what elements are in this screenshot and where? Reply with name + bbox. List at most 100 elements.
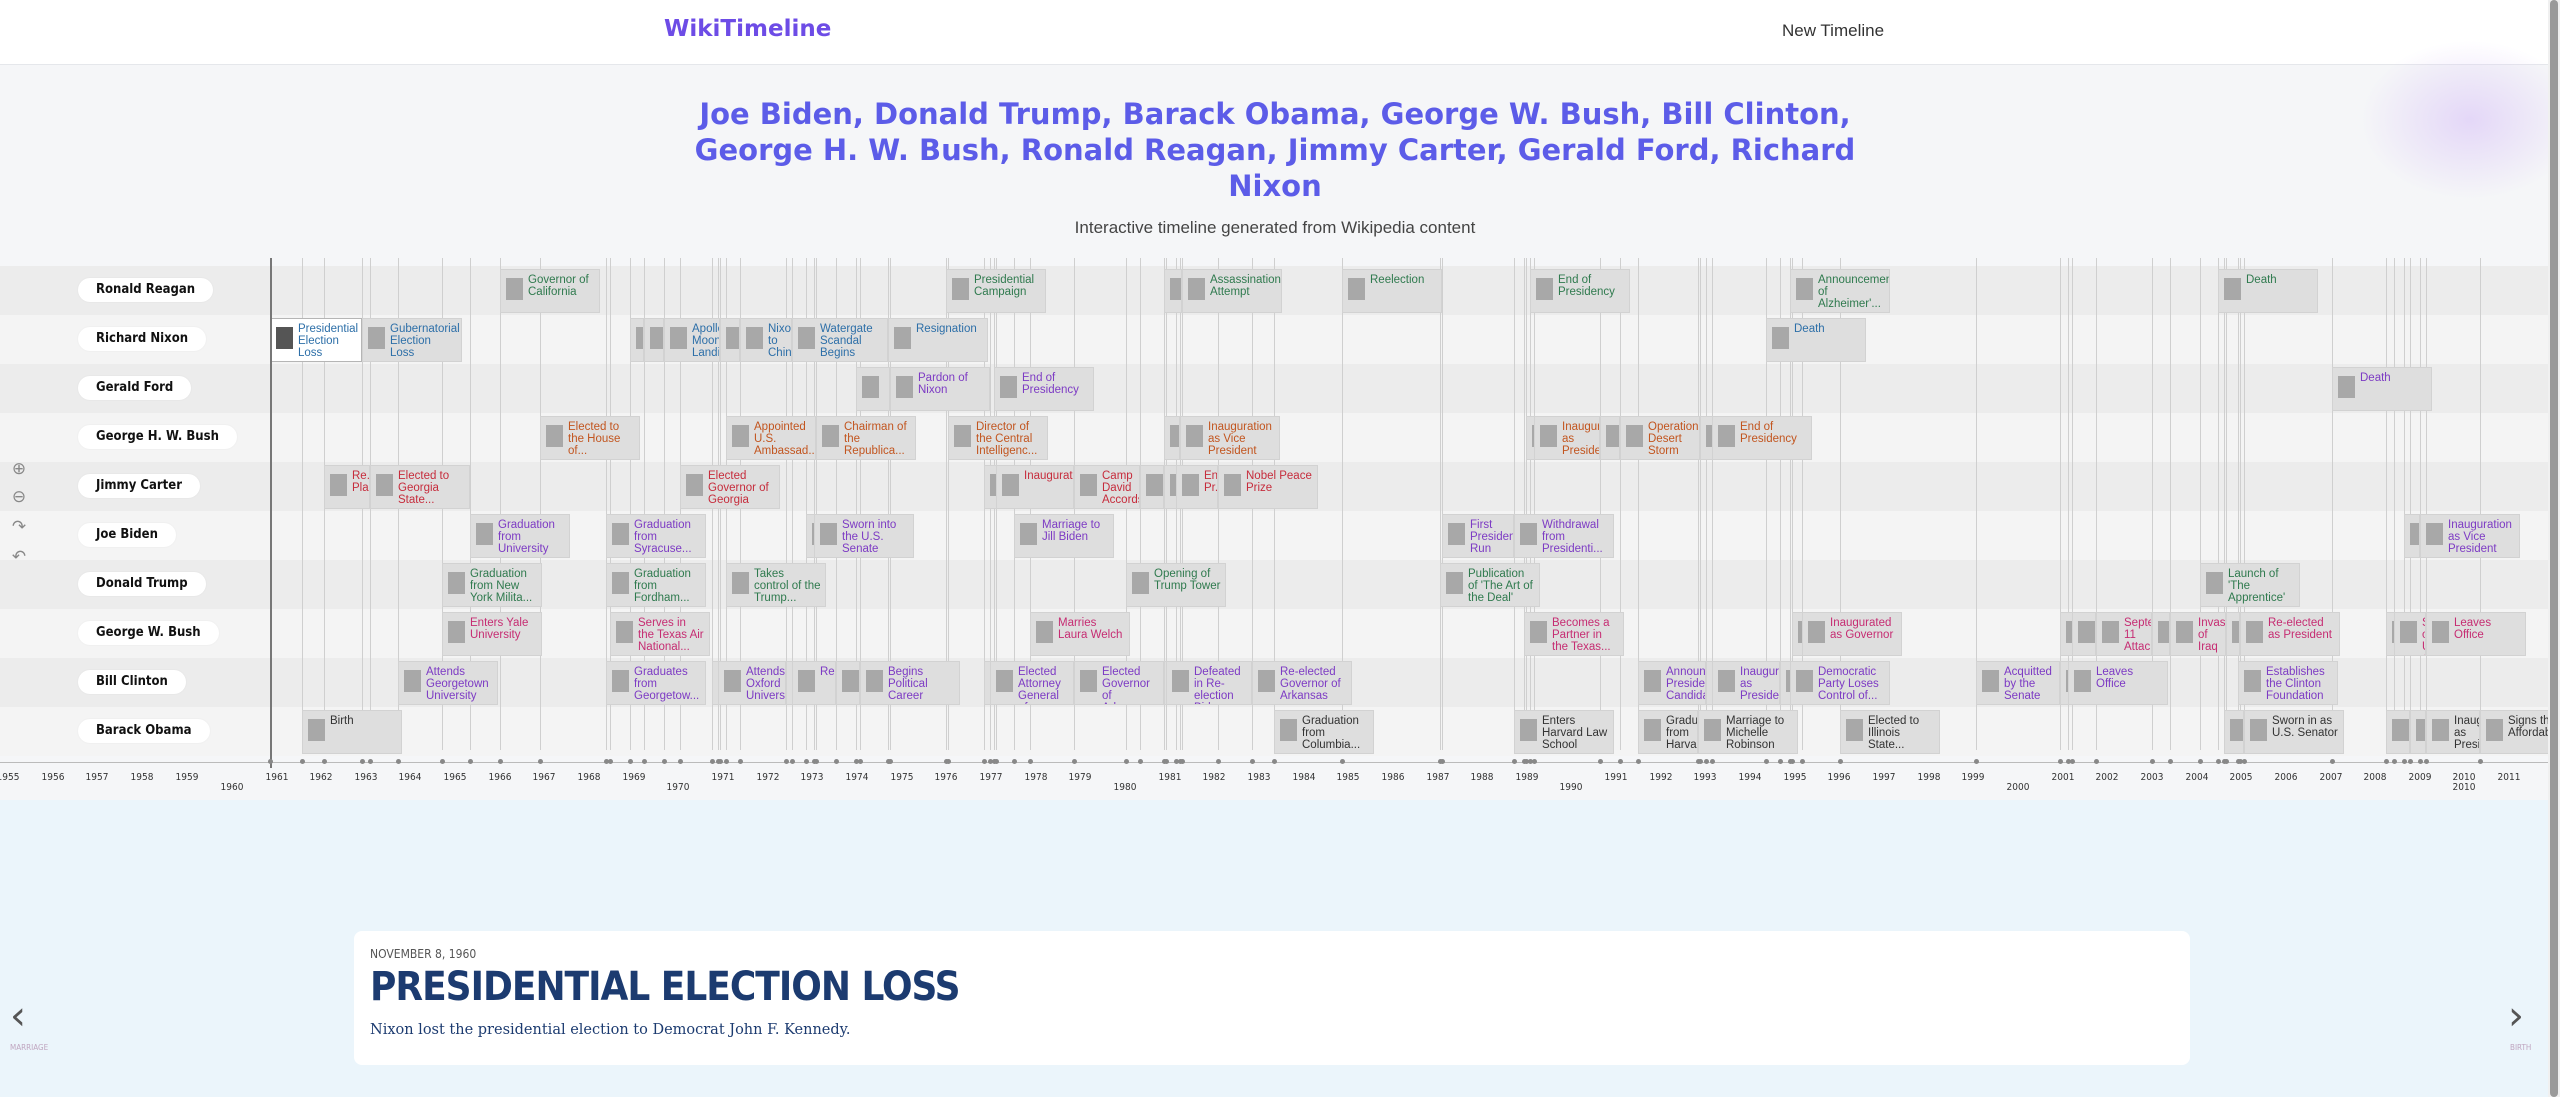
axis-event-dot[interactable] bbox=[790, 759, 795, 764]
event-marker[interactable] bbox=[2386, 710, 2410, 754]
axis-event-dot[interactable] bbox=[1512, 759, 1517, 764]
event-marker[interactable]: Elected to Illinois State... bbox=[1840, 710, 1940, 754]
chevron-left-icon[interactable]: ‹ bbox=[10, 996, 26, 1036]
event-marker[interactable]: Attends Oxford University bbox=[718, 661, 786, 705]
event-marker[interactable]: Gubernatorial Election Loss bbox=[362, 318, 462, 362]
axis-event-dot[interactable] bbox=[784, 759, 789, 764]
axis-event-dot[interactable] bbox=[1272, 759, 1277, 764]
event-marker[interactable]: Nobel Peace Prize bbox=[1218, 465, 1318, 509]
axis-event-dot[interactable] bbox=[1164, 759, 1169, 764]
axis-event-dot[interactable] bbox=[2150, 759, 2155, 764]
event-marker[interactable]: Launch of 'The Apprentice' bbox=[2200, 563, 2300, 607]
axis-event-dot[interactable] bbox=[812, 759, 817, 764]
axis-event-dot[interactable] bbox=[724, 759, 729, 764]
axis-event-dot[interactable] bbox=[1696, 759, 1701, 764]
axis-event-dot[interactable] bbox=[1340, 759, 1345, 764]
brand-logo[interactable]: WikiTimeline bbox=[664, 16, 831, 42]
event-marker[interactable]: End of Presidency bbox=[1530, 269, 1630, 313]
axis-event-dot[interactable] bbox=[1764, 759, 1769, 764]
axis-event-dot[interactable] bbox=[858, 759, 863, 764]
event-marker[interactable] bbox=[2226, 612, 2240, 656]
event-marker[interactable] bbox=[630, 318, 644, 362]
axis-event-dot[interactable] bbox=[642, 759, 647, 764]
event-marker[interactable]: Appointed U.S. Ambassad... bbox=[726, 416, 816, 460]
axis-event-dot[interactable] bbox=[628, 759, 633, 764]
event-marker[interactable] bbox=[1600, 416, 1620, 460]
axis-event-dot[interactable] bbox=[1790, 759, 1795, 764]
event-marker[interactable]: Re-elected as President bbox=[2240, 612, 2340, 656]
event-marker[interactable]: Inaugurated as President bbox=[1712, 661, 1780, 705]
axis-event-dot[interactable] bbox=[738, 759, 743, 764]
axis-event-dot[interactable] bbox=[2236, 759, 2241, 764]
event-marker[interactable]: End of Presidency bbox=[1712, 416, 1812, 460]
axis-event-dot[interactable] bbox=[2384, 759, 2389, 764]
new-timeline-link[interactable]: New Timeline bbox=[1782, 21, 1884, 41]
event-marker[interactable]: Elected to the House of... bbox=[540, 416, 640, 460]
event-marker[interactable]: Marriage to Michelle Robinson bbox=[1698, 710, 1798, 754]
axis-event-dot[interactable] bbox=[1216, 759, 1221, 764]
axis-event-dot[interactable] bbox=[1778, 759, 1783, 764]
event-marker[interactable]: Graduation from New York Milita... bbox=[442, 563, 542, 607]
chevron-right-icon[interactable]: › bbox=[2508, 996, 2524, 1036]
event-marker[interactable]: Assassination Attempt bbox=[1182, 269, 1282, 313]
axis-event-dot[interactable] bbox=[716, 759, 721, 764]
event-marker[interactable] bbox=[2072, 612, 2096, 656]
event-marker[interactable] bbox=[2410, 710, 2426, 754]
event-marker[interactable] bbox=[1164, 416, 1180, 460]
axis-event-dot[interactable] bbox=[498, 759, 503, 764]
axis-event-dot[interactable] bbox=[1800, 759, 1805, 764]
event-marker[interactable]: Announces Presidential Candidacy bbox=[1638, 661, 1706, 705]
axis-event-dot[interactable] bbox=[946, 759, 951, 764]
undo-icon[interactable]: ↶ bbox=[8, 546, 30, 568]
axis-event-dot[interactable] bbox=[2198, 759, 2203, 764]
event-marker[interactable]: Sworn in as U.S. Senator bbox=[2244, 710, 2344, 754]
event-marker[interactable]: Inauguration as Vice President bbox=[1180, 416, 1280, 460]
event-marker[interactable]: Enters Yale University bbox=[442, 612, 542, 656]
axis-event-dot[interactable] bbox=[1532, 759, 1537, 764]
axis-event-dot[interactable] bbox=[2066, 759, 2071, 764]
axis-event-dot[interactable] bbox=[1598, 759, 1603, 764]
event-marker[interactable]: Establishes the Clinton Foundation bbox=[2238, 661, 2338, 705]
axis-event-dot[interactable] bbox=[2424, 759, 2429, 764]
event-marker[interactable]: Democratic Party Loses Control of... bbox=[1790, 661, 1890, 705]
event-marker[interactable]: Governor of California bbox=[500, 269, 600, 313]
axis-event-dot[interactable] bbox=[2216, 759, 2221, 764]
event-marker[interactable]: Takes control of the Trump... bbox=[726, 563, 826, 607]
axis-event-dot[interactable] bbox=[1838, 759, 1843, 764]
axis-event-dot[interactable] bbox=[1072, 759, 1077, 764]
event-marker[interactable] bbox=[856, 367, 890, 411]
event-marker[interactable] bbox=[2224, 710, 2244, 754]
event-marker[interactable]: Presidential Election Loss bbox=[270, 318, 362, 362]
axis-event-dot[interactable] bbox=[2418, 759, 2423, 764]
event-marker[interactable]: Camp David Accords bbox=[1074, 465, 1140, 509]
event-marker[interactable]: End Pr... bbox=[1176, 465, 1218, 509]
event-marker[interactable]: Inauguration as President bbox=[1534, 416, 1600, 460]
event-marker[interactable]: Withdrawal from Presidenti... bbox=[1514, 514, 1614, 558]
axis-event-dot[interactable] bbox=[1438, 759, 1443, 764]
event-marker[interactable]: Resignation bbox=[888, 318, 988, 362]
event-marker[interactable]: Opening of Trump Tower bbox=[1126, 563, 1226, 607]
event-marker[interactable]: Attends Georgetown University bbox=[398, 661, 498, 705]
next-event-label[interactable]: BIRTH bbox=[2510, 1043, 2531, 1052]
axis-event-dot[interactable] bbox=[710, 759, 715, 764]
event-marker[interactable] bbox=[1140, 465, 1164, 509]
axis-event-dot[interactable] bbox=[1618, 759, 1623, 764]
event-marker[interactable]: Marriage to Jill Biden bbox=[1014, 514, 1114, 558]
axis-event-dot[interactable] bbox=[1124, 759, 1129, 764]
event-marker[interactable]: Graduation from Columbia... bbox=[1274, 710, 1374, 754]
axis-event-dot[interactable] bbox=[322, 759, 327, 764]
axis-event-dot[interactable] bbox=[1250, 759, 1255, 764]
event-marker[interactable]: Graduates from Harvard bbox=[1638, 710, 1698, 754]
event-marker[interactable]: Inauguration as Vice President bbox=[2420, 514, 2520, 558]
axis-event-dot[interactable] bbox=[2402, 759, 2407, 764]
timeline[interactable]: Ronald Reagan Governor of California Presi… bbox=[0, 258, 2548, 768]
axis-event-dot[interactable] bbox=[2058, 759, 2063, 764]
axis-event-dot[interactable] bbox=[662, 759, 667, 764]
event-marker[interactable]: Enters Harvard Law School bbox=[1514, 710, 1614, 754]
event-marker[interactable]: Inaugurated as President bbox=[2426, 710, 2480, 754]
axis-event-dot[interactable] bbox=[368, 759, 373, 764]
event-marker[interactable]: First Presidential Run bbox=[1442, 514, 1514, 558]
axis-event-dot[interactable] bbox=[360, 759, 365, 764]
prev-event-label[interactable]: MARRIAGE bbox=[10, 1043, 48, 1052]
axis-event-dot[interactable] bbox=[1138, 759, 1143, 764]
